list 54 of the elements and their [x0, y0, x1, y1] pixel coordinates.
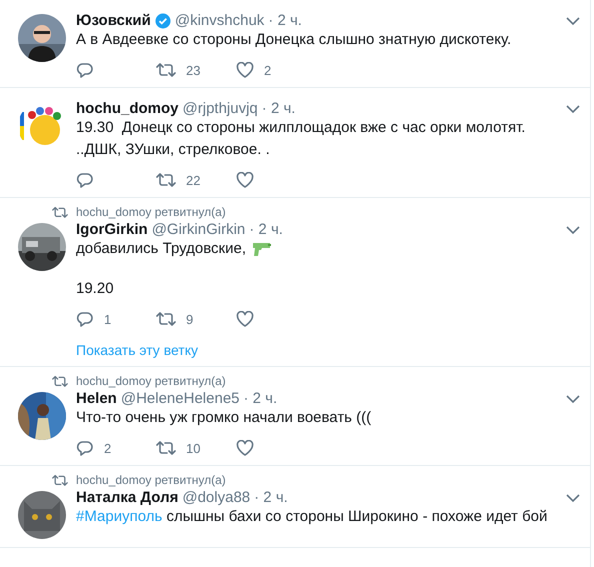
- tweet-text: Что-то очень уж громко начали воевать (((: [76, 408, 372, 428]
- reply-button[interactable]: 2: [76, 439, 156, 457]
- water-pistol-icon: [252, 241, 272, 257]
- author-handle: @kinvshchuk: [174, 12, 264, 29]
- tweet-time: · 2 ч.: [262, 100, 296, 117]
- retweet-button[interactable]: 23: [156, 61, 236, 79]
- show-thread-link[interactable]: Показать эту ветку: [76, 342, 198, 358]
- chevron-down-icon[interactable]: [566, 224, 580, 234]
- retweeted-by-label: hochu_domoy ретвитнул(а): [76, 205, 226, 219]
- tweet-text: 19.30 Донецк со стороны жилплощадок вже с час орки молотят. ..ДШК, ЗУшки, стрелковое. .: [76, 118, 526, 160]
- author-name: Юзовский: [76, 12, 151, 29]
- author-handle: @HeleneHelene5: [120, 390, 240, 407]
- hashtag-link[interactable]: #Мариуполь: [76, 508, 162, 525]
- author-name: IgorGirkin: [76, 221, 148, 238]
- retweet-icon: [156, 311, 176, 327]
- heart-icon: [236, 311, 254, 327]
- like-button[interactable]: 2: [236, 61, 316, 79]
- retweeted-by-label: hochu_domoy ретвитнул(а): [76, 473, 226, 487]
- reply-icon: [76, 61, 94, 79]
- tweet-text: А в Авдеевке со стороны Донецка слышно знатную дискотеку.: [76, 30, 512, 50]
- retweeted-by-label: hochu_domoy ретвитнул(а): [76, 374, 226, 388]
- tweet-text: 19.20: [76, 279, 114, 299]
- author-name: Наталка Доля: [76, 489, 178, 506]
- retweet-button[interactable]: 10: [156, 439, 236, 457]
- heart-icon: [236, 440, 254, 456]
- author-handle: @dolya88: [182, 489, 250, 506]
- chevron-down-icon[interactable]: [566, 394, 580, 404]
- retweet-icon: [156, 440, 176, 456]
- reply-icon: [76, 439, 94, 457]
- heart-icon: [236, 62, 254, 78]
- chevron-down-icon[interactable]: [566, 492, 580, 502]
- heart-icon: [236, 172, 254, 188]
- tweet-text: добавились Трудовские,: [76, 239, 246, 259]
- reply-button[interactable]: 1: [76, 310, 156, 328]
- tweet-text: #Мариуполь слышны бахи со стороны Широкино - похоже идет бой: [76, 507, 548, 527]
- chevron-down-icon[interactable]: [566, 104, 580, 114]
- chevron-down-icon[interactable]: [566, 16, 580, 26]
- retweet-icon: [156, 172, 176, 188]
- author-handle: @rjpthjuvjq: [182, 100, 258, 117]
- reply-icon: [76, 310, 94, 328]
- tweet-time: · 2 ч.: [254, 489, 288, 506]
- retweet-icon: [156, 62, 176, 78]
- retweet-icon: [52, 474, 68, 486]
- reply-icon: [76, 171, 94, 189]
- tweet-time: · 2 ч.: [268, 12, 302, 29]
- tweet-time: · 2 ч.: [249, 221, 283, 238]
- retweet-button[interactable]: 9: [156, 310, 236, 328]
- retweet-icon: [52, 374, 68, 388]
- retweet-icon: [52, 206, 68, 218]
- author-name: hochu_domoy: [76, 100, 179, 117]
- retweet-button[interactable]: 22: [156, 171, 236, 189]
- author-handle: @GirkinGirkin: [152, 221, 246, 238]
- tweet-time: · 2 ч.: [244, 390, 278, 407]
- author-name: Helen: [76, 390, 117, 407]
